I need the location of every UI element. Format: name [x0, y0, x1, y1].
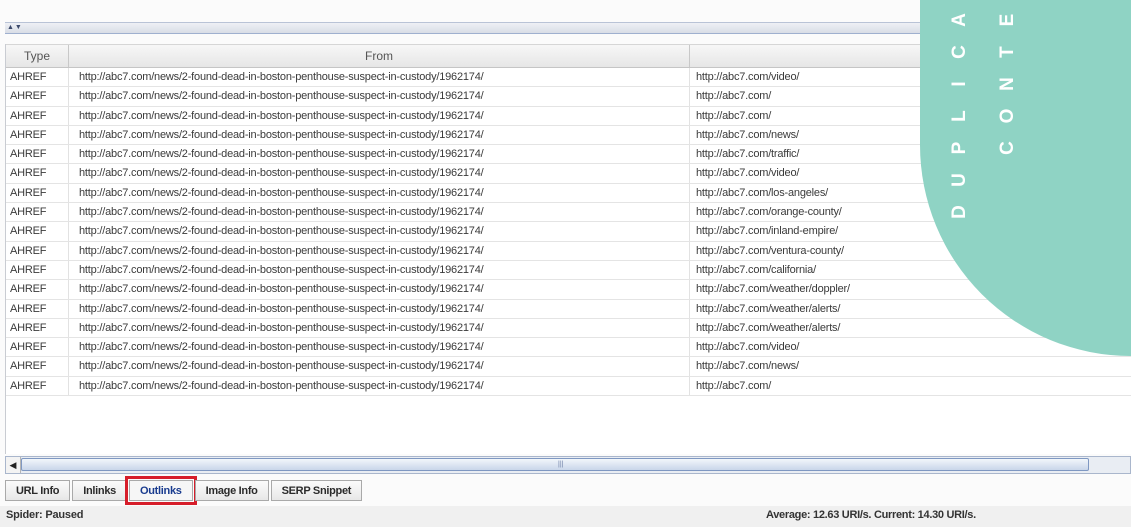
cell-type: AHREF	[6, 241, 69, 260]
scroll-left-arrow-icon[interactable]: ◀	[6, 457, 21, 473]
scrollbar-thumb[interactable]: |||	[21, 458, 1089, 471]
table-row[interactable]: AHREF http://abc7.com/news/2-found-dead-i…	[6, 357, 1131, 377]
cell-type: AHREF	[6, 68, 69, 87]
table-row[interactable]: AHREF http://abc7.com/news/2-found-dead-i…	[6, 318, 1131, 339]
cell-from: http://abc7.com/news/2-found-dead-in-bos…	[69, 260, 690, 280]
banner-letter: E	[997, 13, 1018, 27]
cell-from: http://abc7.com/news/2-found-dead-in-bos…	[69, 125, 690, 145]
table-row[interactable]: AHREF http://abc7.com/news/2-found-dead-i…	[6, 376, 1131, 397]
cell-from: http://abc7.com/news/2-found-dead-in-bos…	[69, 318, 690, 338]
cell-type: AHREF	[6, 299, 69, 318]
cell-type: AHREF	[6, 280, 69, 299]
cell-type: AHREF	[6, 145, 69, 164]
column-header-from[interactable]: From	[69, 45, 690, 67]
banner-letter: A	[949, 13, 970, 27]
banner-letter: U	[949, 173, 970, 187]
horizontal-scrollbar[interactable]: ◀ |||	[5, 456, 1131, 474]
cell-type: AHREF	[6, 357, 69, 376]
banner-letter: N	[997, 77, 1018, 91]
crawl-rate: Average: 12.63 URI/s. Current: 14.30 URI…	[766, 509, 976, 521]
cell-from: http://abc7.com/news/2-found-dead-in-bos…	[69, 87, 690, 106]
cell-type: AHREF	[6, 318, 69, 338]
cell-from: http://abc7.com/news/2-found-dead-in-bos…	[69, 183, 690, 203]
banner-letter: I	[949, 81, 970, 87]
cell-type: AHREF	[6, 87, 69, 106]
tab-outlinks[interactable]: Outlinks	[125, 476, 197, 505]
cell-from: http://abc7.com/news/2-found-dead-in-bos…	[69, 222, 690, 241]
tab-image-info[interactable]: Image Info	[194, 480, 269, 501]
tab-inlinks[interactable]: Inlinks	[72, 480, 127, 501]
cell-type: AHREF	[6, 222, 69, 241]
status-bar: Spider: Paused Average: 12.63 URI/s. Cur…	[0, 506, 1131, 527]
banner-letter: D	[949, 205, 970, 219]
banner-letter: C	[997, 141, 1018, 155]
cell-type: AHREF	[6, 376, 69, 396]
cell-from: http://abc7.com/news/2-found-dead-in-bos…	[69, 241, 690, 260]
cell-from: http://abc7.com/news/2-found-dead-in-bos…	[69, 145, 690, 164]
cell-type: AHREF	[6, 260, 69, 280]
column-header-type[interactable]: Type	[6, 45, 69, 67]
banner-letter: L	[949, 110, 970, 122]
tab-url-info[interactable]: URL Info	[5, 480, 71, 501]
cell-from: http://abc7.com/news/2-found-dead-in-bos…	[69, 106, 690, 125]
table-row[interactable]: AHREF http://abc7.com/news/2-found-dead-i…	[6, 299, 1131, 319]
app-window: ▲▼ Type From AHREF http://abc7.com/news/2…	[0, 0, 1131, 527]
banner-line-1: D U P L I C A	[944, 4, 976, 228]
cell-type: AHREF	[6, 203, 69, 222]
splitter-arrows-icon[interactable]: ▲▼	[7, 22, 23, 34]
cell-type: AHREF	[6, 106, 69, 125]
scrollbar-grip-icon: |||	[558, 461, 564, 468]
cell-to: http://abc7.com/	[690, 377, 1131, 395]
cell-from: http://abc7.com/news/2-found-dead-in-bos…	[69, 164, 690, 183]
spider-status: Spider: Paused	[6, 509, 84, 521]
cell-from: http://abc7.com/news/2-found-dead-in-bos…	[69, 357, 690, 376]
banner-line-2: C O N T E	[992, 4, 1024, 164]
cell-from: http://abc7.com/news/2-found-dead-in-bos…	[69, 280, 690, 299]
cell-from: http://abc7.com/news/2-found-dead-in-bos…	[69, 376, 690, 396]
banner-letter: T	[997, 46, 1018, 58]
banner-letter: O	[997, 108, 1018, 124]
cell-from: http://abc7.com/news/2-found-dead-in-bos…	[69, 299, 690, 318]
cell-type: AHREF	[6, 125, 69, 145]
banner-letter: C	[949, 45, 970, 59]
cell-type: AHREF	[6, 338, 69, 357]
banner-letter: P	[949, 141, 970, 155]
cell-to: http://abc7.com/news/	[690, 357, 1131, 375]
cell-type: AHREF	[6, 164, 69, 183]
tab-serp-snippet[interactable]: SERP Snippet	[270, 480, 363, 501]
table-row[interactable]: AHREF http://abc7.com/news/2-found-dead-i…	[6, 338, 1131, 358]
cell-from: http://abc7.com/news/2-found-dead-in-bos…	[69, 203, 690, 222]
cell-from: http://abc7.com/news/2-found-dead-in-bos…	[69, 338, 690, 357]
table-row[interactable]: AHREF http://abc7.com/news/2-found-dead-i…	[6, 280, 1131, 300]
cell-type: AHREF	[6, 183, 69, 203]
cell-from: http://abc7.com/news/2-found-dead-in-bos…	[69, 68, 690, 87]
detail-tabs: URL Info Inlinks Outlinks Image Info SERP Sn…	[5, 476, 364, 505]
